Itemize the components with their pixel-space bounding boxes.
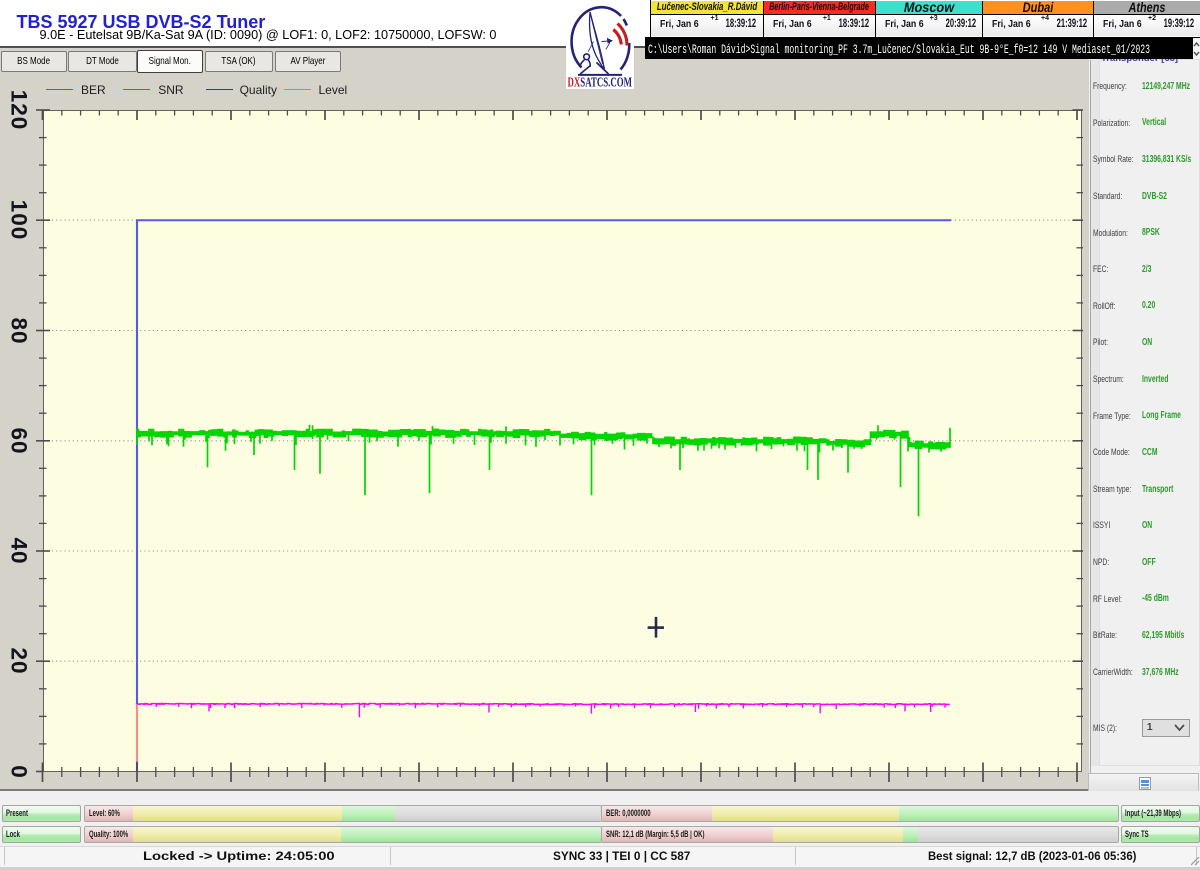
- svg-text:DXSATCS.COM: DXSATCS.COM: [568, 74, 633, 89]
